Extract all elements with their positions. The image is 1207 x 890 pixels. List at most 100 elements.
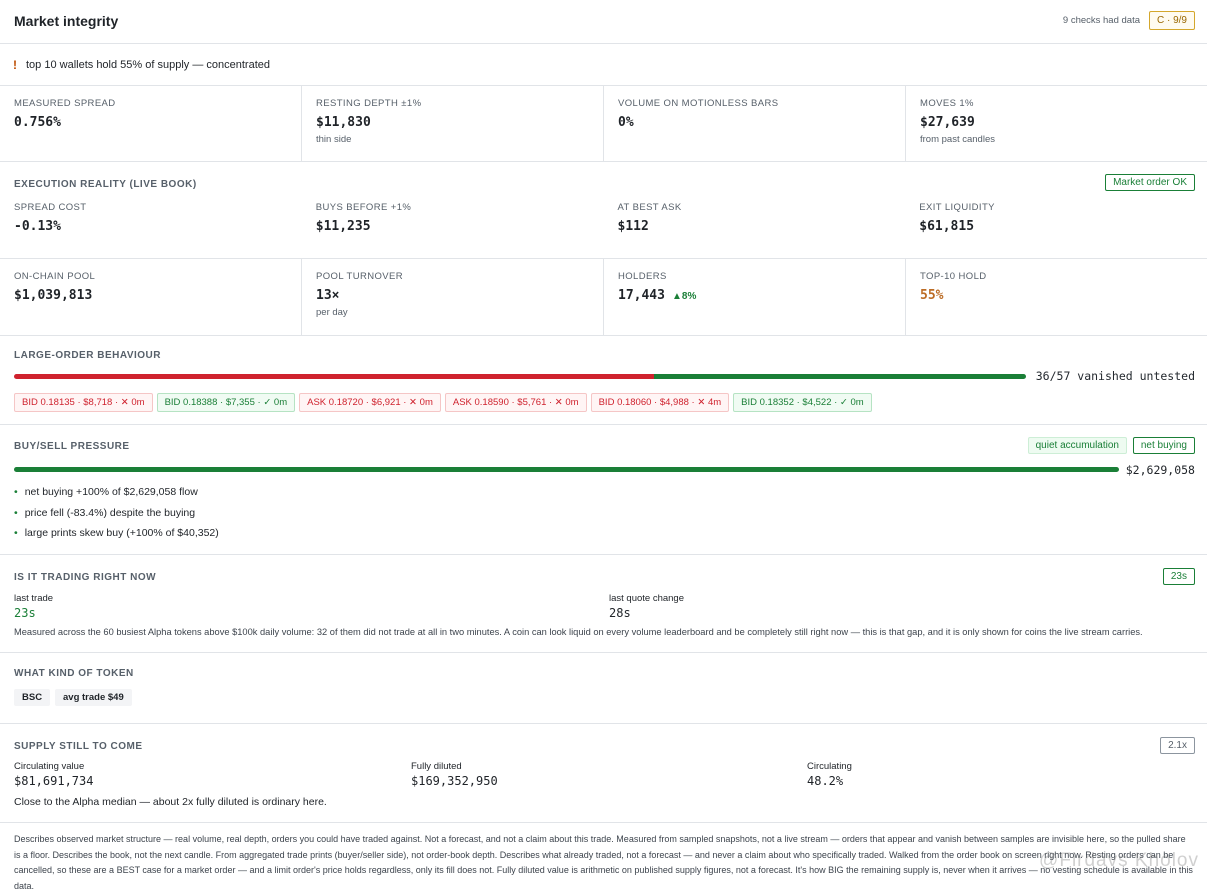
metric-moves-1pct: MOVES 1% $27,639 from past candles [906, 86, 1207, 161]
section-title: LARGE-ORDER BEHAVIOUR [14, 350, 161, 361]
metric-label: POOL TURNOVER [316, 271, 404, 282]
warning-icon: ! [13, 58, 17, 72]
metric-value: 0% [618, 115, 634, 130]
watermark: @Firdavs Kholov [1039, 850, 1199, 871]
metric-holders: HOLDERS 17,443 ▲8% [604, 259, 906, 335]
metric-value: $11,830 [316, 115, 371, 130]
metric-resting-depth: RESTING DEPTH ±1% $11,830 thin side [302, 86, 604, 161]
trading-section: IS IT TRADING RIGHT NOW 23s last trade 2… [0, 555, 1207, 653]
metric-pool-turnover: POOL TURNOVER 13× per day [302, 259, 604, 335]
quiet-accumulation-tag: quiet accumulation [1027, 437, 1127, 454]
metric-value: 0.756% [14, 115, 61, 130]
order-chip[interactable]: BID 0.18388 · $7,355 · ✓ 0m [156, 393, 296, 412]
buy-segment [14, 467, 1119, 472]
chain-pill: BSC [14, 689, 51, 706]
section-title: EXECUTION REALITY (LIVE BOOK) [14, 179, 197, 190]
section-title: SUPPLY STILL TO COME [14, 741, 143, 752]
metric-label: ON-CHAIN POOL [14, 271, 96, 282]
metric-label: HOLDERS [618, 271, 667, 282]
last-trade-label: last trade [14, 593, 54, 604]
metric-measured-spread: MEASURED SPREAD 0.756% [0, 86, 302, 161]
trading-note: Measured across the 60 busiest Alpha tok… [14, 627, 1143, 637]
order-chips: BID 0.18135 · $8,718 · ✕ 0m BID 0.18388 ·… [14, 393, 876, 412]
pressure-total: $2,629,058 [1125, 463, 1195, 477]
supply-note: Close to the Alpha median — about 2x ful… [14, 796, 327, 808]
page-title: Market integrity [14, 13, 119, 29]
metric-label: AT BEST ASK [617, 202, 682, 213]
pool-metrics: ON-CHAIN POOL $1,039,813 POOL TURNOVER 1… [0, 259, 1207, 336]
metric-spread-cost: SPREAD COST -0.13% [0, 202, 302, 234]
supply-section: SUPPLY STILL TO COME 2.1x Circulating va… [0, 724, 1207, 823]
metric-sub: from past candles [920, 134, 995, 145]
metric-label: SPREAD COST [14, 202, 87, 213]
section-title: IS IT TRADING RIGHT NOW [14, 572, 157, 583]
metric-label: EXIT LIQUIDITY [919, 202, 995, 213]
grade-badge: C · 9/9 [1148, 11, 1195, 30]
section-title: BUY/SELL PRESSURE [14, 441, 130, 452]
metric-sub: thin side [316, 134, 352, 145]
metric-label: TOP-10 HOLD [920, 271, 987, 282]
avg-trade-pill: avg trade $49 [55, 689, 132, 706]
metrics-top: MEASURED SPREAD 0.756% RESTING DEPTH ±1%… [0, 86, 1207, 162]
last-quote-label: last quote change [609, 593, 685, 604]
alert-bar: ! top 10 wallets hold 55% of supply — co… [0, 44, 1207, 86]
supply-value: 48.2% [807, 774, 844, 788]
metric-at-best-ask: AT BEST ASK $112 [604, 202, 906, 234]
vanished-segment [14, 374, 654, 379]
metric-value: -0.13% [14, 219, 61, 234]
order-chip[interactable]: BID 0.18135 · $8,718 · ✕ 0m [14, 393, 153, 412]
alert-text: top 10 wallets hold 55% of supply — conc… [26, 59, 270, 71]
metric-value: 55% [920, 288, 944, 303]
metric-value: 17,443 [618, 288, 665, 303]
last-trade-value: 23s [14, 606, 36, 620]
last-quote-value: 28s [609, 606, 631, 620]
metric-onchain-pool: ON-CHAIN POOL $1,039,813 [0, 259, 302, 335]
market-order-badge: Market order OK [1105, 174, 1195, 191]
vanished-summary: 36/57 vanished untested [1035, 369, 1195, 383]
metric-value: 13× [316, 288, 340, 303]
metric-value: $61,815 [919, 219, 975, 234]
execution-metrics: SPREAD COST -0.13% BUYS BEFORE +1% $11,2… [0, 202, 1207, 234]
metric-volume-motionless: VOLUME ON MOTIONLESS BARS 0% [604, 86, 906, 161]
pressure-section: BUY/SELL PRESSURE quiet accumulation net… [0, 425, 1207, 555]
metric-label: VOLUME ON MOTIONLESS BARS [618, 98, 779, 109]
panel-header: Market integrity 9 checks had data C · 9… [0, 0, 1207, 44]
net-buying-tag: net buying [1132, 437, 1195, 454]
supply-value: $81,691,734 [14, 774, 94, 788]
metric-buys-before: BUYS BEFORE +1% $11,235 [302, 202, 604, 234]
metric-sub: per day [316, 307, 348, 318]
metric-label: MEASURED SPREAD [14, 98, 116, 109]
vanished-bar [14, 374, 1026, 379]
metric-label: RESTING DEPTH ±1% [316, 98, 422, 109]
metric-value: $27,639 [920, 115, 975, 130]
metric-exit-liquidity: EXIT LIQUIDITY $61,815 [905, 202, 1207, 234]
pressure-bullet: price fell (-83.4%) despite the buying [14, 507, 195, 519]
metric-value: $112 [617, 219, 649, 234]
supply-value: $169,352,950 [411, 774, 498, 788]
supply-label: Circulating value [14, 761, 85, 772]
tested-segment [653, 374, 1026, 379]
order-chip[interactable]: BID 0.18060 · $4,988 · ✕ 4m [590, 393, 730, 412]
holders-change: ▲8% [672, 291, 697, 302]
metric-top10-hold: TOP-10 HOLD 55% [906, 259, 1207, 335]
holders-value-row: 17,443 ▲8% [618, 288, 891, 303]
large-order-section: LARGE-ORDER BEHAVIOUR 36/57 vanished unt… [0, 336, 1207, 425]
metric-value: $11,235 [315, 219, 371, 234]
checks-count: 9 checks had data [1062, 15, 1140, 26]
supply-ratio-badge: 2.1x [1160, 737, 1195, 754]
metric-value: $1,039,813 [14, 288, 93, 303]
pressure-bar [14, 467, 1119, 472]
order-chip[interactable]: ASK 0.18720 · $6,921 · ✕ 0m [299, 393, 441, 412]
order-chip[interactable]: BID 0.18352 · $4,522 · ✓ 0m [733, 393, 872, 412]
pressure-bullet: large prints skew buy (+100% of $40,352) [14, 527, 219, 539]
metric-label: MOVES 1% [920, 98, 974, 109]
token-section: WHAT KIND OF TOKEN BSC avg trade $49 [0, 653, 1207, 724]
supply-label: Circulating [807, 761, 852, 772]
pressure-bullet: net buying +100% of $2,629,058 flow [14, 486, 198, 498]
footer-disclaimer: Describes observed market structure — re… [14, 834, 1193, 890]
trading-badge: 23s [1162, 568, 1195, 585]
order-chip[interactable]: ASK 0.18590 · $5,761 · ✕ 0m [444, 393, 587, 412]
section-title: WHAT KIND OF TOKEN [14, 668, 134, 679]
supply-label: Fully diluted [411, 761, 462, 772]
execution-section: EXECUTION REALITY (LIVE BOOK) Market ord… [0, 162, 1207, 259]
